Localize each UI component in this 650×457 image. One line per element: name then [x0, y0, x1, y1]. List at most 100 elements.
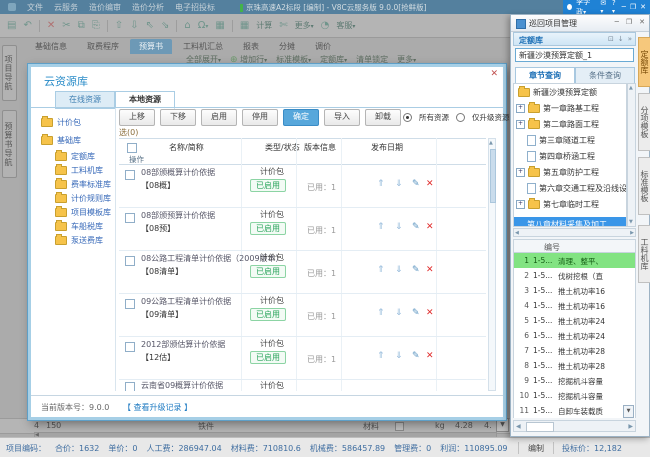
quota-row[interactable]: 9 1-5... 挖掘机斗容量 — [514, 373, 635, 389]
tree-chapter-3[interactable]: 第三章隧道工程 — [527, 135, 595, 146]
enable-button[interactable]: 启用 — [201, 109, 237, 126]
quota-row[interactable]: 3 1-5... 推土机功率16 — [514, 283, 635, 299]
paste-icon[interactable]: ⎘ — [92, 20, 100, 31]
tab-labor-summary[interactable]: 工料机汇总 — [174, 39, 232, 54]
expand-icon[interactable] — [516, 200, 525, 209]
dialog-vertical-scrollbar[interactable] — [488, 138, 496, 391]
quota-row[interactable]: 7 1-5... 推土机功率28 — [514, 343, 635, 359]
resource-row[interactable]: 云南省09概算计价依据 计价包 — [119, 379, 486, 391]
demote-icon[interactable]: ⇘ — [161, 20, 169, 31]
mail-icon[interactable]: ✉ — [600, 0, 608, 15]
select-all-checkbox[interactable] — [127, 143, 137, 153]
row-up-icon[interactable]: ⇑ — [377, 265, 385, 275]
copy-icon[interactable]: ⧉ — [78, 20, 85, 31]
menu-cost-review[interactable]: 造价编审 — [89, 2, 121, 13]
dialog-close-icon[interactable]: ✕ — [490, 69, 498, 79]
tab-condition-query[interactable]: 条件查询 — [575, 67, 635, 84]
collapse-icon[interactable]: » — [628, 35, 632, 43]
grid-icon[interactable]: ▦ — [215, 20, 224, 31]
close-button[interactable]: ✕ — [640, 3, 646, 11]
promote-icon[interactable]: ⇖ — [146, 20, 154, 31]
scrollbar-thumb[interactable] — [526, 422, 554, 432]
quota-row[interactable]: 8 1-5... 推土机功率28 — [514, 358, 635, 374]
menu-cloud-service[interactable]: 云服务 — [54, 2, 78, 13]
restore-button[interactable]: ❐ — [630, 3, 636, 11]
row-up-icon[interactable]: ⇑ — [377, 351, 385, 361]
quota-row[interactable]: 5 1-5... 推土机功率24 — [514, 313, 635, 329]
quota-row[interactable]: 2 1-5... 伐树挖根（直 — [514, 268, 635, 284]
more-tools-icon[interactable]: ✄ — [279, 20, 287, 31]
sidebar-tab-project-nav[interactable]: 项目导航 — [2, 45, 17, 101]
row-checkbox[interactable] — [125, 382, 135, 391]
sidebar-tab-budget-nav[interactable]: 预算书导航 — [2, 110, 17, 178]
move-up-icon[interactable]: ⇧ — [115, 20, 123, 31]
confirm-button[interactable]: 确定 — [283, 109, 319, 126]
tree-item-pricing-package[interactable]: 计价包 — [41, 117, 81, 128]
cut-icon[interactable]: ✂ — [62, 20, 70, 31]
calc-icon[interactable]: ▦ — [240, 20, 249, 31]
row-down-icon[interactable]: ⇓ — [395, 179, 403, 189]
tab-budget-book[interactable]: 预算书 — [130, 39, 172, 54]
row-delete-icon[interactable]: ✕ — [426, 351, 434, 361]
tree-item-rate-lib[interactable]: 费率标准库 — [55, 179, 111, 190]
tree-chapter-6[interactable]: 第六章交通工程及沿线设施 — [527, 183, 627, 194]
service-icon[interactable]: ◔ — [321, 20, 330, 31]
tree-chapter-1[interactable]: 第一章路基工程 — [516, 103, 599, 114]
expand-icon[interactable] — [516, 168, 525, 177]
tree-chapter-5[interactable]: 第五章防护工程 — [516, 167, 599, 178]
row-delete-icon[interactable]: ✕ — [426, 179, 434, 189]
disable-button[interactable]: 停用 — [242, 109, 278, 126]
row-down-icon[interactable]: ⇓ — [395, 351, 403, 361]
side-tab-labor-lib[interactable]: 工料机库 — [638, 225, 650, 283]
row-up-icon[interactable]: ⇑ — [377, 308, 385, 318]
move-up-button[interactable]: 上移 — [119, 109, 155, 126]
row-down-icon[interactable]: ⇓ — [395, 222, 403, 232]
scrollbar-thumb[interactable] — [490, 149, 496, 203]
upgrade-log-link[interactable]: 【 查看升级记录 】 — [123, 402, 192, 413]
tree-root[interactable]: 新疆沙漠预算定额 — [518, 87, 597, 98]
panel-restore-button[interactable]: ❐ — [626, 18, 632, 26]
tab-price-adjust[interactable]: 调价 — [306, 39, 340, 54]
tree-item-rule-lib[interactable]: 计价规则库 — [55, 193, 111, 204]
quota-table-scrollbar[interactable] — [513, 420, 636, 432]
delete-icon[interactable]: ✕ — [47, 20, 55, 31]
move-down-button[interactable]: 下移 — [160, 109, 196, 126]
row-down-icon[interactable]: ⇓ — [395, 308, 403, 318]
row-edit-icon[interactable]: ✎ — [412, 308, 420, 318]
tree-chapter-7[interactable]: 第七章临时工程 — [516, 199, 599, 210]
side-tab-standard-template[interactable]: 标准模板 — [638, 157, 650, 215]
move-down-icon[interactable]: ⇩ — [130, 20, 138, 31]
row-edit-icon[interactable]: ✎ — [412, 351, 420, 361]
quota-search-input[interactable] — [515, 48, 634, 62]
tree-item-labor-lib[interactable]: 工料机库 — [55, 165, 103, 176]
row-edit-icon[interactable]: ✎ — [412, 222, 420, 232]
row-up-icon[interactable]: ⇑ — [377, 179, 385, 189]
row-delete-icon[interactable]: ✕ — [426, 308, 434, 318]
menu-cost-analysis[interactable]: 造价分析 — [132, 2, 164, 13]
calc-button[interactable]: 计算 — [256, 20, 272, 31]
resource-row[interactable]: 2012部颁估算计价依据 【12估】 计价包 已启用 已用：1 ⇑ ⇓ ✎ ✕ — [119, 336, 486, 380]
row-checkbox[interactable] — [125, 342, 135, 352]
tab-fee-program[interactable]: 取费程序 — [78, 39, 128, 54]
tree-horizontal-scrollbar[interactable] — [513, 228, 636, 237]
radio-all-resources[interactable] — [403, 113, 412, 122]
row-checkbox[interactable] — [125, 299, 135, 309]
row-checkbox[interactable] — [125, 170, 135, 180]
row-delete-icon[interactable]: ✕ — [426, 222, 434, 232]
side-tab-item-template[interactable]: 分项模板 — [638, 93, 650, 151]
panel-close-button[interactable]: ✕ — [639, 18, 645, 26]
tree-vertical-scrollbar[interactable] — [627, 83, 636, 227]
undo-icon[interactable]: ↶ — [23, 20, 31, 31]
minimize-button[interactable]: ─ — [622, 3, 626, 11]
side-tab-quota-lib[interactable]: 定额库 — [638, 37, 650, 87]
menu-file[interactable]: 文件 — [27, 2, 43, 13]
tab-allocation[interactable]: 分摊 — [270, 39, 304, 54]
float-icon[interactable]: ⊡ — [608, 35, 614, 43]
symbol-omega-icon[interactable]: Ω — [198, 20, 209, 31]
tree-chapter-8-selected[interactable]: 第八章材料采集及加工 — [514, 217, 627, 227]
uninstall-button[interactable]: 卸载 — [365, 109, 401, 126]
tree-item-quota-lib[interactable]: 定额库 — [55, 151, 95, 162]
quota-row[interactable]: 10 1-5... 挖掘机斗容量 — [514, 388, 635, 404]
help-icon[interactable]: ? — [612, 0, 618, 15]
panel-minimize-button[interactable]: ─ — [615, 18, 619, 26]
